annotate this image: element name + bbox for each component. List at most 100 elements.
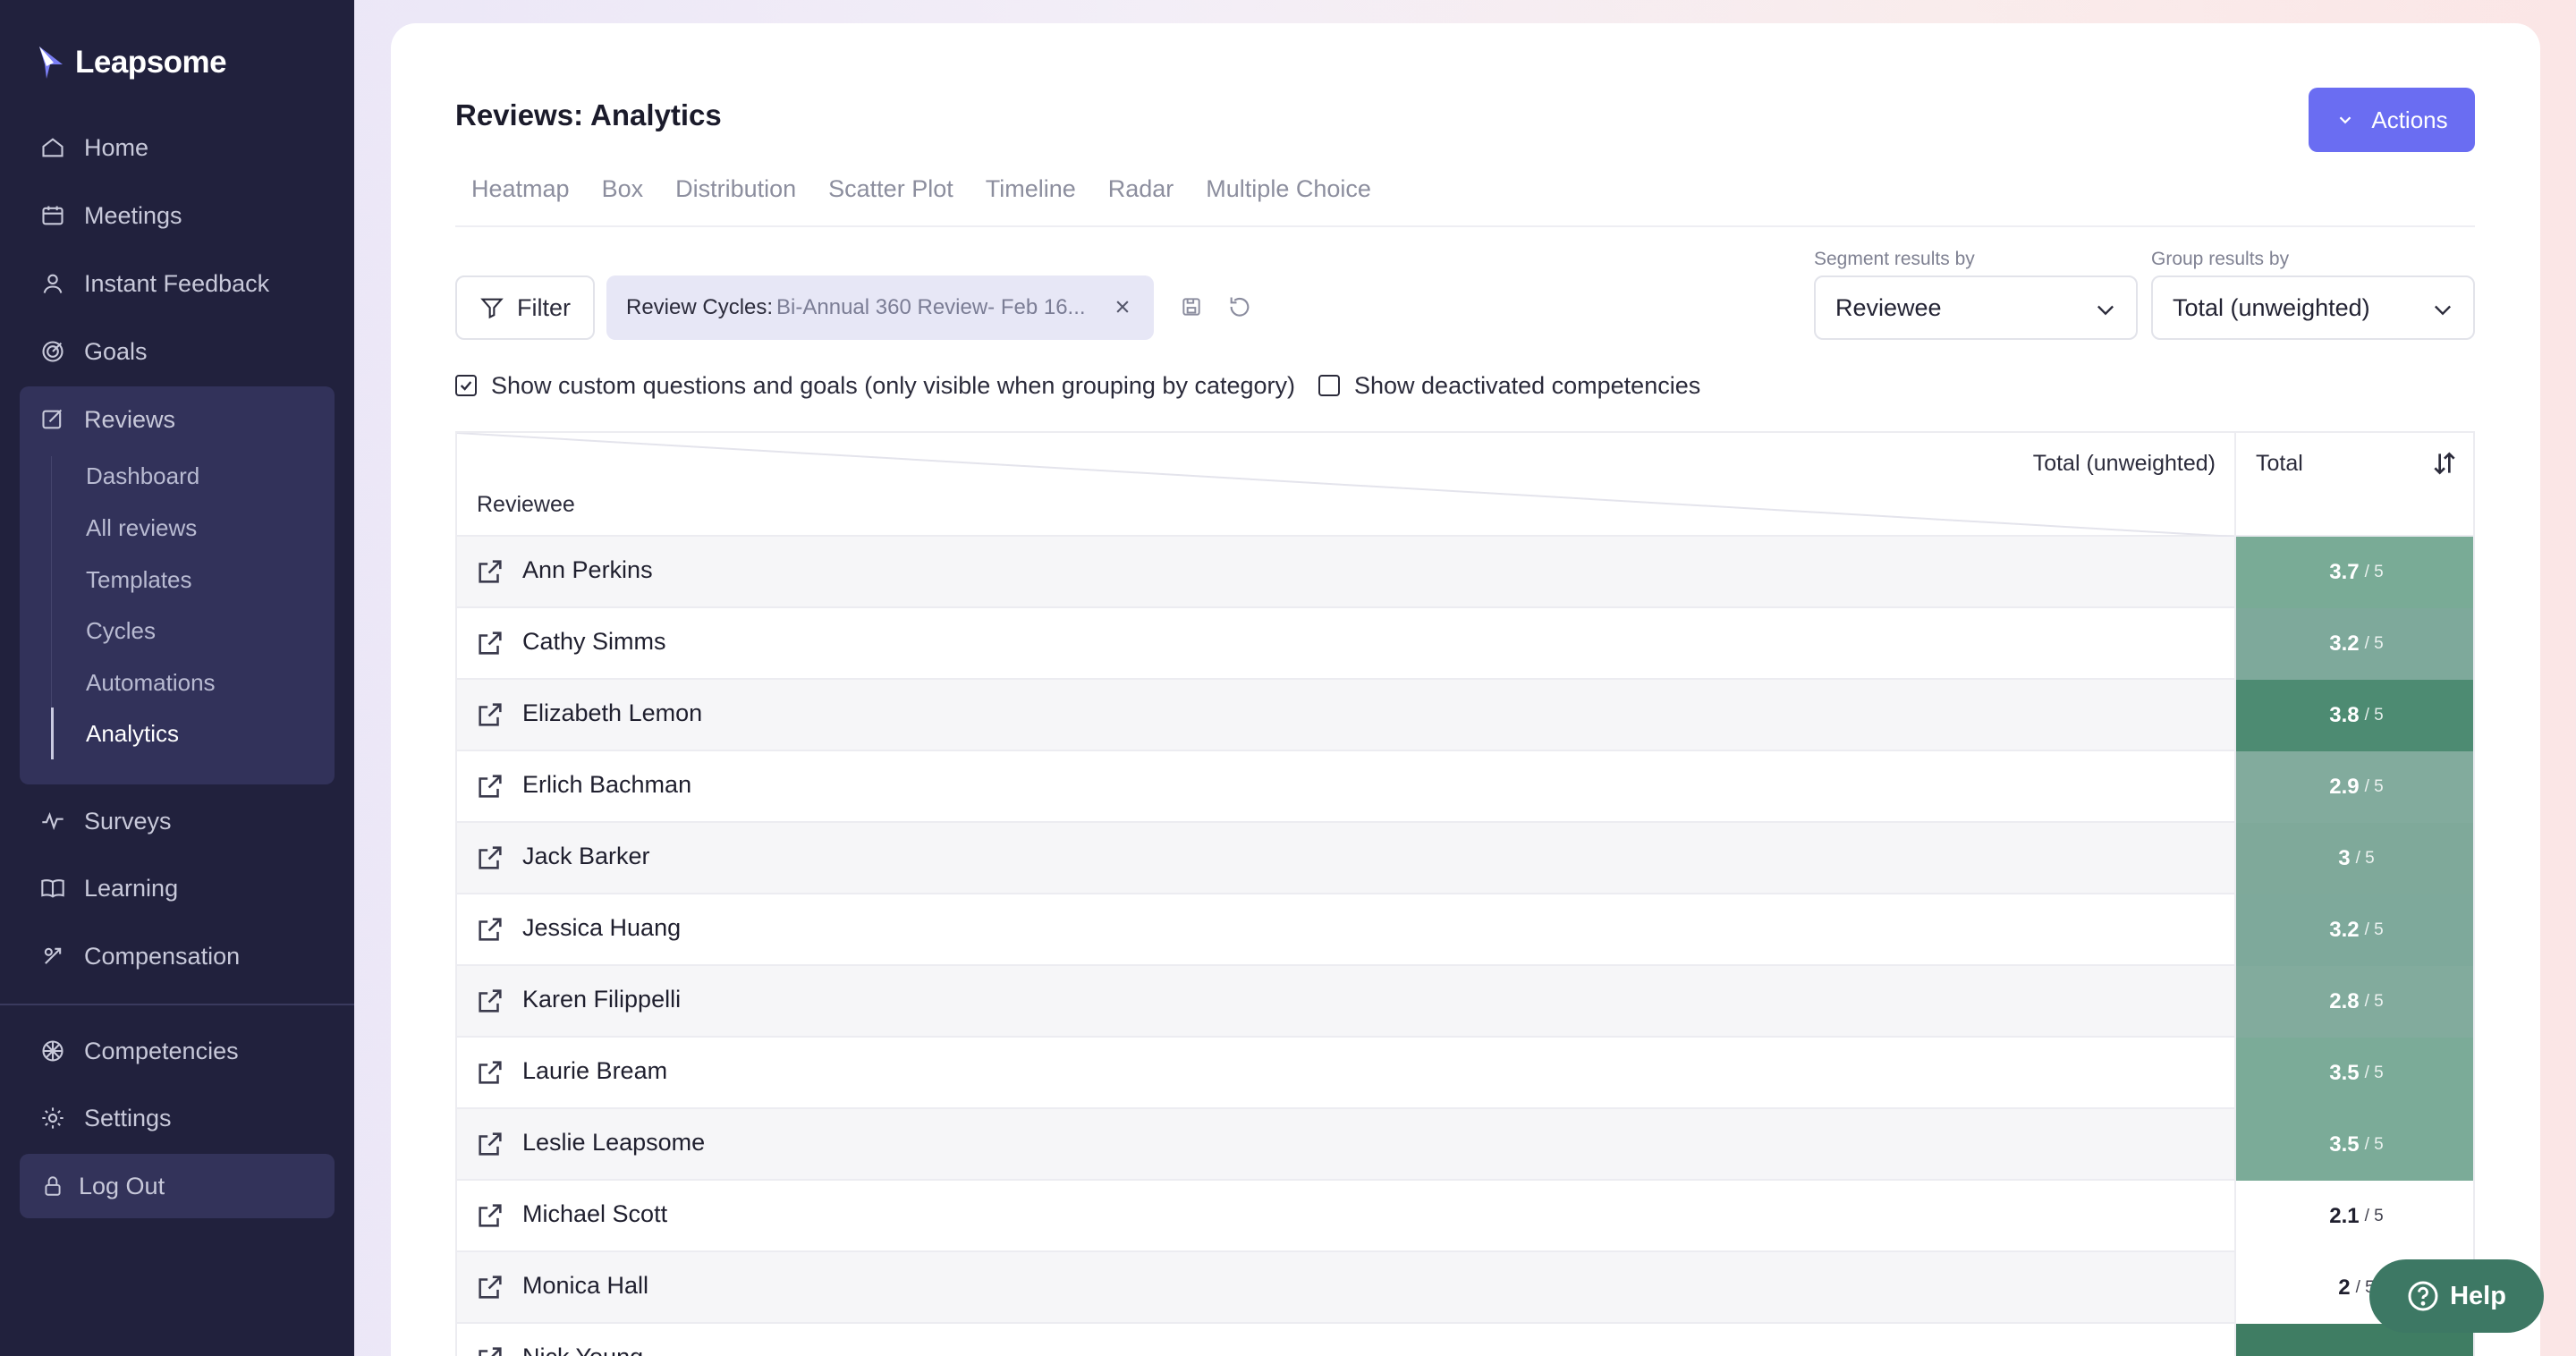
help-button[interactable]: Help: [2369, 1259, 2544, 1333]
table-row: Cathy Simms 3.2/ 5: [457, 608, 2473, 680]
sidebar-item-label: Instant Feedback: [84, 269, 270, 297]
tab-timeline[interactable]: Timeline: [970, 166, 1092, 211]
chevron-down-icon: [2097, 305, 2114, 316]
external-link-icon[interactable]: [475, 699, 505, 730]
sidebar-item-learning[interactable]: Learning: [20, 860, 335, 916]
external-link-icon[interactable]: [475, 843, 505, 873]
segment-select[interactable]: Reviewee: [1814, 275, 2138, 340]
tab-distribution[interactable]: Distribution: [659, 166, 812, 211]
sidebar-item-label: Settings: [84, 1104, 172, 1131]
reviewee-name[interactable]: Leslie Leapsome: [522, 1129, 705, 1157]
external-link-icon[interactable]: [475, 556, 505, 587]
score-value: 3.5: [2329, 1061, 2360, 1085]
external-link-icon[interactable]: [475, 628, 505, 658]
reviewee-name[interactable]: Jack Barker: [522, 843, 650, 870]
sidebar-item-meetings[interactable]: Meetings: [20, 188, 335, 243]
deactivated-competencies-checkbox[interactable]: Show deactivated competencies: [1318, 369, 1700, 403]
sidebar-subitem-dashboard[interactable]: Dashboard: [86, 456, 199, 496]
sidebar-item-reviews[interactable]: Reviews: [20, 392, 335, 447]
sidebar-item-competencies[interactable]: Competencies: [20, 1023, 335, 1079]
reviewee-name[interactable]: Monica Hall: [522, 1272, 648, 1300]
tab-radar[interactable]: Radar: [1092, 166, 1191, 211]
reviewee-name[interactable]: Cathy Simms: [522, 628, 666, 656]
sidebar-item-instant-feedback[interactable]: Instant Feedback: [20, 256, 335, 311]
external-link-icon[interactable]: [475, 1129, 505, 1159]
sidebar-item-goals[interactable]: Goals: [20, 324, 335, 379]
score-scale: / 5: [2364, 1207, 2384, 1225]
sidebar-subitem-templates[interactable]: Templates: [86, 560, 192, 599]
save-filter-icon[interactable]: [1176, 292, 1207, 322]
reviewee-name[interactable]: Elizabeth Lemon: [522, 699, 702, 727]
sidebar-item-label: Learning: [84, 874, 179, 902]
analytics-tabs: Heatmap Box Distribution Scatter Plot Ti…: [455, 166, 2475, 227]
sidebar-subitem-cycles[interactable]: Cycles: [86, 611, 156, 650]
close-icon[interactable]: [1109, 293, 1136, 320]
table-row: Monica Hall 2/ 5: [457, 1252, 2473, 1324]
sidebar-item-settings[interactable]: Settings: [20, 1090, 335, 1146]
score-value: 3.8: [2329, 703, 2360, 727]
logout-button[interactable]: Log Out: [20, 1154, 335, 1218]
sidebar-subitem-analytics[interactable]: Analytics: [86, 714, 179, 753]
segment-value: Reviewee: [1835, 293, 1942, 321]
group-value: Total (unweighted): [2173, 293, 2370, 321]
question-icon: [2408, 1281, 2438, 1311]
checkbox-checked-icon: [455, 375, 477, 396]
external-link-icon[interactable]: [475, 1343, 505, 1356]
reviewee-name[interactable]: Laurie Bream: [522, 1057, 667, 1085]
sidebar-item-label: Reviews: [84, 405, 176, 433]
brand-logo[interactable]: Leapsome: [36, 39, 227, 86]
tab-heatmap[interactable]: Heatmap: [455, 166, 586, 211]
external-link-icon[interactable]: [475, 771, 505, 801]
score-cell: 3.5/ 5: [2234, 1038, 2473, 1109]
total-header-label: Total: [2256, 451, 2303, 476]
sidebar-divider: [0, 1004, 354, 1005]
segment-label: Segment results by: [1814, 249, 1975, 269]
tab-box[interactable]: Box: [586, 166, 660, 211]
total-column-header[interactable]: Total: [2234, 433, 2473, 537]
sidebar-subitem-automations[interactable]: Automations: [86, 663, 216, 702]
external-link-icon[interactable]: [475, 1057, 505, 1088]
sidebar-item-home[interactable]: Home: [20, 120, 335, 175]
help-label: Help: [2450, 1281, 2506, 1310]
score-cell: 3.8/ 5: [2234, 680, 2473, 751]
sidebar-item-compensation[interactable]: Compensation: [20, 928, 335, 984]
reset-icon[interactable]: [1224, 292, 1255, 322]
reviewee-name[interactable]: Nick Young: [522, 1343, 643, 1356]
sidebar-subitem-all-reviews[interactable]: All reviews: [86, 508, 197, 547]
custom-questions-checkbox[interactable]: Show custom questions and goals (only vi…: [455, 369, 1295, 403]
goals-icon: [38, 336, 68, 367]
reviewee-name[interactable]: Ann Perkins: [522, 556, 653, 584]
reviewee-name[interactable]: Karen Filippelli: [522, 986, 681, 1013]
active-indicator: [51, 708, 54, 759]
score-scale: / 5: [2355, 849, 2375, 868]
sidebar-item-label: Goals: [84, 337, 148, 365]
sidebar-item-surveys[interactable]: Surveys: [20, 793, 335, 849]
sort-icon[interactable]: [2430, 449, 2459, 478]
score-scale: / 5: [2364, 706, 2384, 725]
table-row: Jack Barker 3/ 5: [457, 823, 2473, 894]
home-icon: [38, 132, 68, 163]
sidebar-item-label: Compensation: [84, 942, 241, 970]
external-link-icon[interactable]: [475, 914, 505, 945]
actions-button[interactable]: Actions: [2309, 88, 2475, 152]
brand-name: Leapsome: [75, 45, 227, 80]
header-diagonal-line: [457, 433, 2234, 537]
score-cell: 3/ 5: [2234, 823, 2473, 894]
reviewee-name[interactable]: Jessica Huang: [522, 914, 681, 942]
filter-button[interactable]: Filter: [455, 275, 595, 340]
tab-multiple-choice[interactable]: Multiple Choice: [1190, 166, 1387, 211]
external-link-icon[interactable]: [475, 1272, 505, 1302]
score-scale: / 5: [2364, 777, 2384, 796]
score-value: 3.7: [2329, 560, 2360, 584]
checkbox-label: Show custom questions and goals (only vi…: [491, 371, 1296, 399]
filter-chip-review-cycles[interactable]: Review Cycles: Bi-Annual 360 Review- Feb…: [606, 275, 1154, 340]
tab-scatter-plot[interactable]: Scatter Plot: [812, 166, 970, 211]
reviewee-name[interactable]: Erlich Bachman: [522, 771, 691, 799]
external-link-icon[interactable]: [475, 1200, 505, 1231]
group-select[interactable]: Total (unweighted): [2151, 275, 2475, 340]
external-link-icon[interactable]: [475, 986, 505, 1016]
learning-icon: [38, 873, 68, 903]
reviewee-name[interactable]: Michael Scott: [522, 1200, 667, 1228]
score-scale: / 5: [2364, 563, 2384, 581]
checkbox-unchecked-icon: [1318, 375, 1340, 396]
